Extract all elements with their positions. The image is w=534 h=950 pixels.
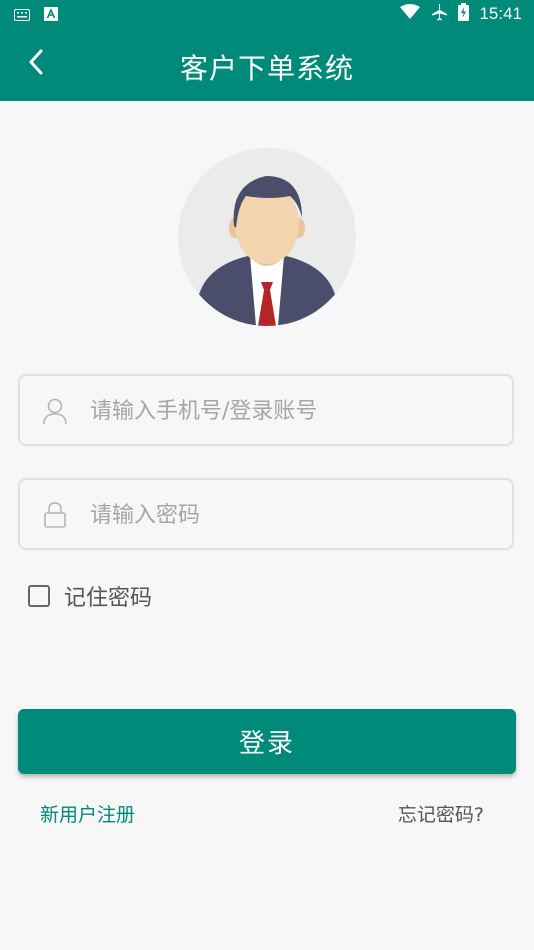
- password-input[interactable]: [88, 480, 502, 550]
- password-field: [18, 478, 514, 550]
- login-button[interactable]: 登录: [18, 709, 516, 774]
- remember-checkbox[interactable]: [28, 585, 50, 607]
- page-title: 客户下单系统: [179, 52, 354, 85]
- airplane-mode-icon: [430, 3, 448, 25]
- remember-label: 记住密码: [64, 586, 153, 611]
- wifi-icon: [400, 4, 421, 24]
- remember-password[interactable]: 记住密码: [28, 580, 152, 612]
- notification-a-icon: [44, 6, 58, 25]
- clock-time: 15:41: [479, 4, 522, 23]
- account-field: [18, 374, 514, 446]
- forgot-password-link[interactable]: 忘记密码?: [398, 800, 484, 827]
- battery-icon: [458, 3, 470, 25]
- app-bar: 客户下单系统: [0, 28, 534, 101]
- user-icon: [42, 397, 68, 425]
- user-avatar: [178, 148, 356, 326]
- account-input[interactable]: [88, 376, 502, 446]
- keyboard-icon: [14, 6, 30, 25]
- register-link[interactable]: 新用户注册: [40, 800, 135, 827]
- lock-icon: [42, 501, 68, 529]
- status-bar: 15:41: [0, 0, 534, 28]
